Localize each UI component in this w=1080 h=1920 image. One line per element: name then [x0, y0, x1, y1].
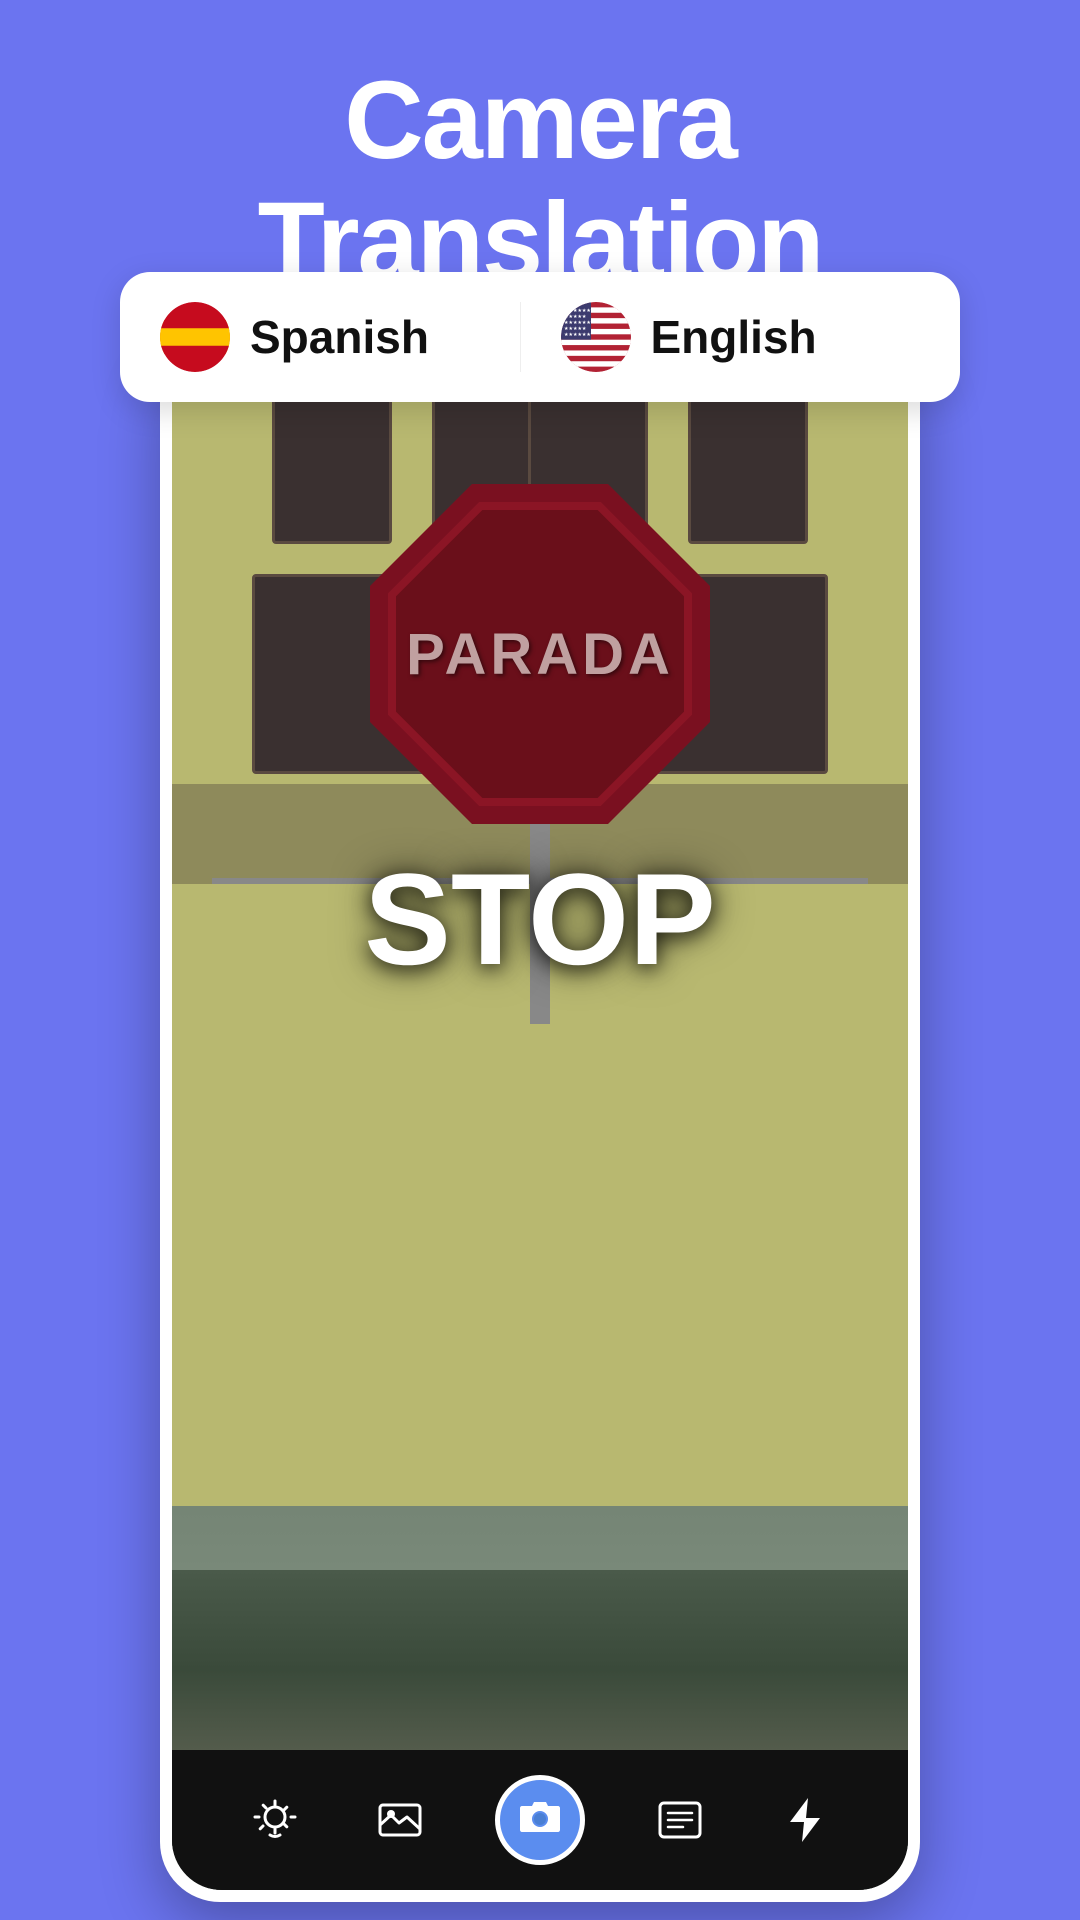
target-language[interactable]: ★★★★★★ ★★★★★ ★★★★★★ ★★★★★ ★★★★★★ English [520, 302, 921, 372]
source-language[interactable]: Spanish [160, 302, 520, 372]
shutter-button[interactable] [495, 1775, 585, 1865]
target-language-label: English [651, 310, 817, 364]
app-title: Camera Translation [258, 60, 823, 302]
lower-camera-bg [172, 1570, 908, 1770]
camera-toolbar [172, 1750, 908, 1890]
settings-icon[interactable] [245, 1790, 305, 1850]
language-selector[interactable]: Spanish [120, 272, 960, 402]
gallery-icon[interactable] [370, 1790, 430, 1850]
text-icon[interactable] [650, 1790, 710, 1850]
phone-screen: PARADA STOP [172, 354, 908, 1890]
phone-mockup: Spanish [160, 342, 920, 1902]
translation-overlay: STOP [364, 844, 716, 994]
svg-text:★★★★★★: ★★★★★★ [564, 332, 591, 338]
flash-icon[interactable] [775, 1790, 835, 1850]
source-language-label: Spanish [250, 310, 429, 364]
sign-original-text: PARADA [406, 621, 674, 688]
usa-flag: ★★★★★★ ★★★★★ ★★★★★★ ★★★★★ ★★★★★★ [561, 302, 631, 372]
spanish-flag [160, 302, 230, 372]
camera-icon [518, 1798, 562, 1843]
